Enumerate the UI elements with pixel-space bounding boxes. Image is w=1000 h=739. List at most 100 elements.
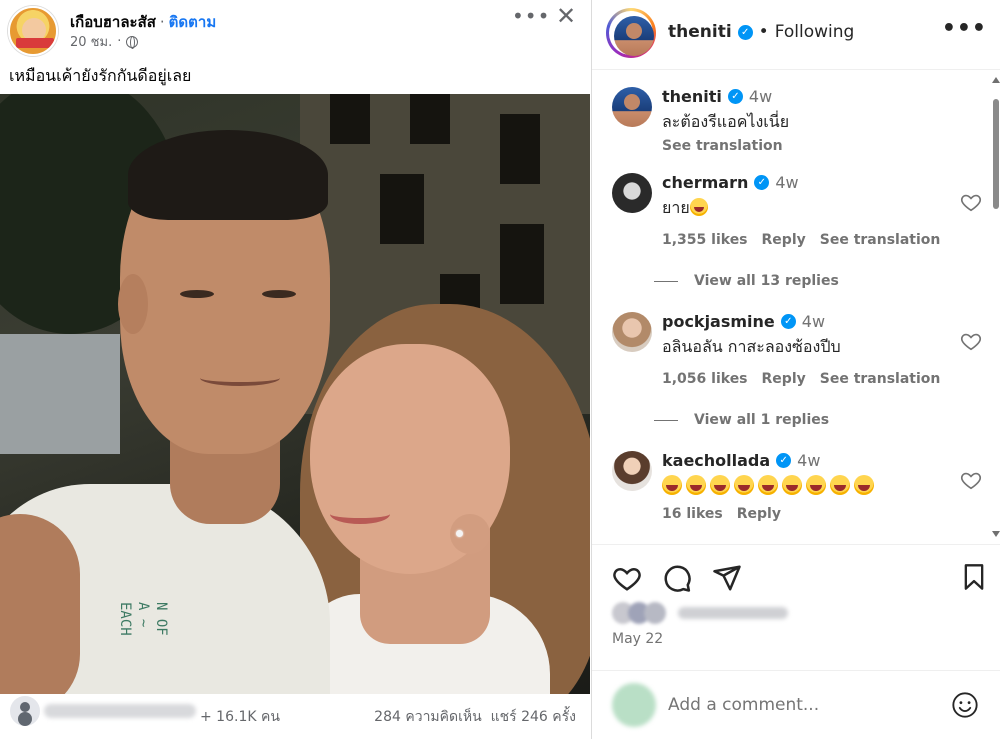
post-time[interactable]: 20 ชม. bbox=[70, 31, 112, 52]
commenter-avatar[interactable] bbox=[612, 312, 652, 352]
emoji-picker-icon[interactable] bbox=[951, 691, 979, 719]
laughing-face-icon bbox=[686, 474, 706, 495]
bookmark-icon[interactable] bbox=[960, 563, 988, 591]
comment-username[interactable]: pockjasmine bbox=[662, 312, 775, 331]
profile-avatar[interactable] bbox=[614, 16, 654, 56]
page-name[interactable]: เกือบฮาละสัส bbox=[70, 13, 156, 31]
reply-button[interactable]: Reply bbox=[762, 232, 806, 248]
comment-time[interactable]: 4w bbox=[797, 451, 820, 470]
like-count[interactable]: 16 likes bbox=[662, 506, 723, 522]
laughing-face-icon bbox=[662, 474, 682, 495]
post-date[interactable]: May 22 bbox=[612, 631, 663, 647]
laughing-face-icon bbox=[782, 474, 802, 495]
reply-button[interactable]: Reply bbox=[737, 506, 781, 522]
comments-scrollbar[interactable] bbox=[992, 71, 1000, 543]
verified-badge-icon: ✓ bbox=[780, 314, 796, 329]
comment-time[interactable]: 4w bbox=[749, 87, 772, 106]
replies-divider bbox=[654, 280, 678, 282]
laughing-face-icon bbox=[830, 474, 850, 495]
comment-header: pockjasmine ✓ 4w bbox=[662, 312, 952, 331]
commenter-avatar[interactable] bbox=[612, 451, 652, 491]
verified-badge-icon: ✓ bbox=[754, 175, 770, 190]
scroll-up-arrow-icon[interactable] bbox=[992, 77, 1000, 83]
laughing-face-icon bbox=[806, 474, 826, 495]
see-translation-link[interactable]: See translation bbox=[662, 138, 952, 154]
replies-divider bbox=[654, 419, 678, 421]
building-window bbox=[330, 94, 370, 144]
shirt-print: N OF A ~ EACH bbox=[117, 602, 169, 636]
comment-text-row: ยาย bbox=[662, 196, 952, 221]
header-username[interactable]: theniti bbox=[668, 22, 732, 42]
comment-body: pockjasmine ✓ 4w อลินอลัน กาสะลองซ้องปีบ… bbox=[662, 312, 952, 387]
view-replies-link[interactable]: View all 1 replies bbox=[654, 412, 829, 428]
globe-icon bbox=[126, 35, 139, 49]
story-ring[interactable] bbox=[606, 8, 656, 58]
blurred-reactor-names bbox=[44, 704, 196, 718]
earring bbox=[456, 530, 463, 537]
comments-count[interactable]: 284 ความคิดเห็น bbox=[374, 709, 482, 725]
comment-actions: 1,355 likes Reply See translation bbox=[662, 232, 952, 248]
like-count[interactable]: 1,056 likes bbox=[662, 371, 748, 387]
post-photo[interactable]: N OF A ~ EACH bbox=[0, 94, 590, 694]
liker-avatar bbox=[644, 602, 666, 624]
man-arm bbox=[0, 514, 80, 694]
comment-time[interactable]: 4w bbox=[802, 312, 825, 331]
reply-button[interactable]: Reply bbox=[762, 371, 806, 387]
man-hair bbox=[128, 130, 328, 220]
comment-username[interactable]: theniti bbox=[662, 87, 722, 106]
add-comment-input[interactable] bbox=[668, 695, 928, 715]
shares-count[interactable]: แชร์ 246 ครั้ง bbox=[491, 709, 576, 725]
close-icon[interactable]: ✕ bbox=[556, 2, 576, 30]
comment-body: theniti ✓ 4w ละต้องรีแอคไงเนี่ย See tran… bbox=[662, 87, 952, 154]
follow-button[interactable]: ติดตาม bbox=[169, 13, 217, 31]
comment-header: theniti ✓ 4w bbox=[662, 87, 952, 106]
comment-username[interactable]: chermarn bbox=[662, 173, 748, 192]
fb-post-header: เกือบฮาละสัส · ติดตาม 20 ชม. · ••• ✕ bbox=[0, 0, 590, 60]
commenter-avatar[interactable] bbox=[612, 173, 652, 213]
view-replies-text[interactable]: View all 13 replies bbox=[694, 273, 839, 289]
comment-icon[interactable] bbox=[662, 563, 692, 593]
comment-body: chermarn ✓ 4w ยาย 1,355 likes Reply See … bbox=[662, 173, 952, 248]
see-translation-link[interactable]: See translation bbox=[820, 371, 941, 387]
laughing-face-icon bbox=[854, 474, 874, 495]
following-button[interactable]: Following bbox=[775, 22, 855, 42]
heart-icon[interactable] bbox=[612, 563, 642, 593]
man-eye-right bbox=[262, 290, 296, 298]
scroll-down-arrow-icon[interactable] bbox=[992, 531, 1000, 537]
post-caption: เหมือนเค้ายังรักกันดีอยู่เลย bbox=[9, 66, 192, 85]
laughing-face-icon bbox=[710, 474, 730, 495]
building-window bbox=[410, 94, 450, 144]
scroll-thumb[interactable] bbox=[993, 99, 999, 209]
more-options-icon[interactable]: ••• bbox=[942, 16, 987, 41]
commenter-avatar[interactable] bbox=[612, 87, 652, 127]
heart-icon[interactable] bbox=[960, 469, 982, 491]
heart-icon[interactable] bbox=[960, 191, 982, 213]
comments-list[interactable]: theniti ✓ 4w ละต้องรีแอคไงเนี่ย See tran… bbox=[592, 71, 1000, 543]
facebook-post: เกือบฮาละสัส · ติดตาม 20 ชม. · ••• ✕ เหมือ… bbox=[0, 0, 590, 739]
see-translation-link[interactable]: See translation bbox=[820, 232, 941, 248]
view-replies-link[interactable]: View all 13 replies bbox=[654, 273, 839, 289]
man-mouth bbox=[200, 370, 280, 386]
ellipsis-icon[interactable]: ••• bbox=[512, 4, 550, 28]
header-separator: • bbox=[758, 22, 769, 42]
share-icon[interactable] bbox=[712, 563, 742, 593]
comment-time[interactable]: 4w bbox=[775, 173, 798, 192]
current-user-avatar bbox=[612, 683, 656, 727]
comment-username[interactable]: kaechollada bbox=[662, 451, 770, 470]
like-count[interactable]: 1,355 likes bbox=[662, 232, 748, 248]
add-comment-bar bbox=[592, 670, 1000, 739]
comment-header: chermarn ✓ 4w bbox=[662, 173, 952, 192]
comment-actions: 16 likes Reply bbox=[662, 506, 952, 522]
reactor-avatar[interactable] bbox=[8, 694, 42, 728]
laughing-face-icon bbox=[758, 474, 778, 495]
heart-icon[interactable] bbox=[960, 330, 982, 352]
laughing-face-icon bbox=[734, 474, 754, 495]
post-actions-bar bbox=[592, 544, 1000, 604]
page-avatar[interactable] bbox=[8, 6, 58, 56]
comment-text: ละต้องรีแอคไงเนี่ย bbox=[662, 112, 790, 131]
man-eye-left bbox=[180, 290, 214, 298]
liked-by-row[interactable] bbox=[612, 600, 812, 624]
view-replies-text[interactable]: View all 1 replies bbox=[694, 412, 829, 428]
reactions-count[interactable]: + 16.1K คน bbox=[200, 706, 280, 728]
building-window bbox=[380, 174, 424, 244]
